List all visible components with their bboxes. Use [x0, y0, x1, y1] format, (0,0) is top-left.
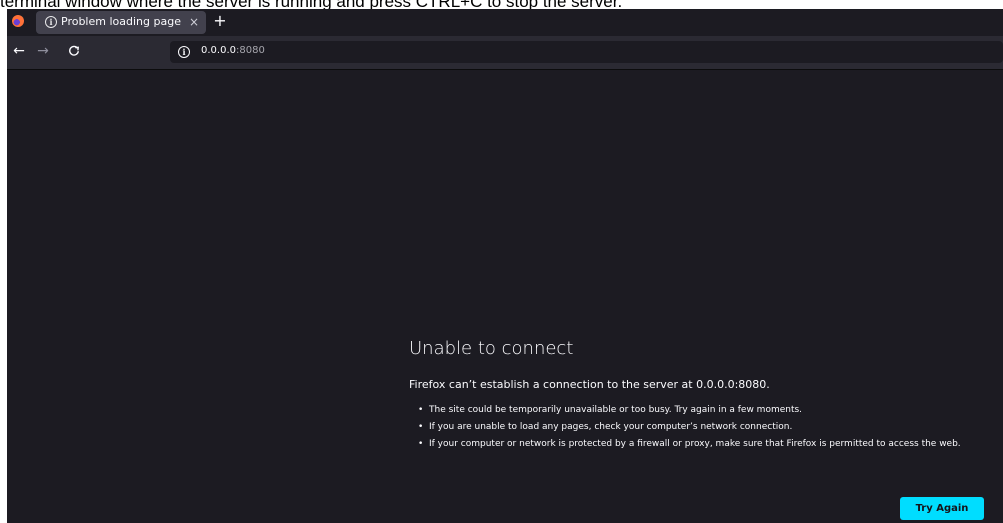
- new-tab-button[interactable]: +: [211, 11, 229, 31]
- tab-bar: i Problem loading page × +: [7, 9, 1003, 36]
- site-info-icon[interactable]: i: [178, 46, 190, 58]
- error-description: Firefox can’t establish a connection to …: [409, 378, 770, 391]
- error-suggestions-list: The site could be temporarily unavailabl…: [417, 405, 992, 456]
- url-bar[interactable]: i 0.0.0.0:8080: [170, 41, 1003, 63]
- try-again-button[interactable]: Try Again: [900, 497, 984, 520]
- error-title: Unable to connect: [409, 338, 574, 359]
- list-item: If your computer or network is protected…: [417, 439, 992, 450]
- url-port: :8080: [236, 45, 265, 56]
- navigation-toolbar: ← → i 0.0.0.0:8080: [7, 36, 1003, 70]
- info-icon: i: [45, 16, 57, 28]
- back-button[interactable]: ←: [11, 42, 27, 60]
- reload-button[interactable]: [66, 42, 82, 60]
- firefox-logo-icon[interactable]: [12, 15, 24, 27]
- url-text[interactable]: 0.0.0.0:8080: [201, 45, 265, 56]
- caption-text: terminal window where the server is runn…: [0, 0, 1003, 9]
- page-content: Unable to connect Firefox can’t establis…: [7, 70, 1003, 523]
- url-host: 0.0.0.0: [201, 45, 236, 56]
- tab-title: Problem loading page: [61, 15, 181, 28]
- list-item: The site could be temporarily unavailabl…: [417, 405, 992, 416]
- forward-button[interactable]: →: [35, 42, 51, 60]
- close-icon[interactable]: ×: [187, 14, 201, 30]
- list-item: If you are unable to load any pages, che…: [417, 422, 992, 433]
- browser-window: i Problem loading page × + ← → i 0.0.0.0…: [7, 9, 1003, 523]
- tab-problem-loading[interactable]: i Problem loading page ×: [36, 11, 206, 34]
- reload-icon: [69, 45, 79, 56]
